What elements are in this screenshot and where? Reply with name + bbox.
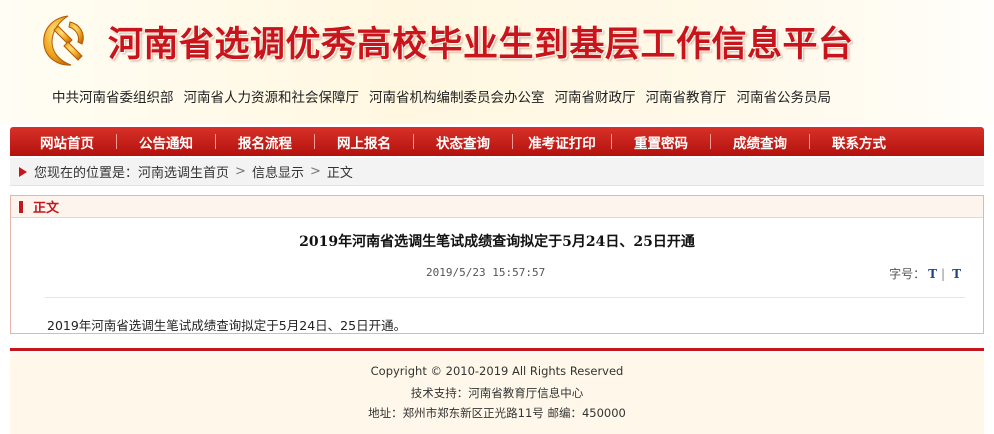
org-name: 河南省财政厅 [554,90,636,106]
main-nav: 网站首页 公告通知 报名流程 网上报名 状态查询 准考证打印 重置密码 成绩查询… [10,127,984,156]
article-body: 2019年河南省选调生笔试成绩查询拟定于5月24日、25日开通。 [47,318,407,333]
breadcrumb-link-home[interactable]: 河南选调生首页 [138,162,229,181]
font-large-button[interactable]: T [928,267,937,281]
nav-label: 公告通知 [139,135,193,152]
nav-divider [215,134,216,149]
org-name: 河南省人力资源和社会保障厅 [183,90,360,106]
triangle-marker-icon [19,166,27,177]
section-label: 正文 [33,201,60,216]
party-emblem-icon [43,15,84,66]
font-size-label: 字号： [889,267,926,281]
nav-label: 准考证打印 [528,135,596,152]
nav-item-online-registration[interactable]: 网上报名 [321,127,407,156]
footer-support: 技术支持：河南省教育厅信息中心 [410,386,584,400]
nav-item-announcements[interactable]: 公告通知 [123,127,209,156]
breadcrumb-current: 正文 [326,166,353,181]
nav-item-score-query[interactable]: 成绩查询 [717,127,803,156]
breadcrumb-link-info[interactable]: 信息显示 [252,162,304,181]
nav-label: 报名流程 [238,135,292,152]
nav-label: 网站首页 [40,135,94,152]
nav-item-reset-password[interactable]: 重置密码 [618,127,704,156]
font-small-button[interactable]: T [952,267,961,281]
nav-item-home[interactable]: 网站首页 [24,127,110,156]
org-name: 河南省公务员局 [736,90,832,106]
header-accent-bar [19,200,23,213]
footer-copyright: Copyright © 2010-2019 All Rights Reserve… [370,364,624,378]
nav-divider [611,134,612,149]
nav-label: 网上报名 [337,135,391,152]
org-name: 中共河南省委组织部 [52,90,174,106]
font-size-control: 字号： T | T [889,265,961,282]
org-name: 河南省机构编制委员会办公室 [369,90,545,106]
nav-item-registration-process[interactable]: 报名流程 [222,127,308,156]
nav-divider [116,134,117,149]
breadcrumb: 您现在的位置是： 河南选调生首页 > 信息显示 > 正文 [10,158,984,186]
nav-label: 重置密码 [634,135,688,152]
site-footer: Copyright © 2010-2019 All Rights Reserve… [10,353,984,434]
nav-divider [413,134,414,149]
nav-label: 联系方式 [832,135,886,152]
article-date: 2019/5/23 15:57:57 [426,266,546,279]
footer-address: 地址：郑州市郑东新区正光路11号 邮编：450000 [368,406,626,420]
nav-divider [809,134,810,149]
article-title: 2019年河南省选调生笔试成绩查询拟定于5月24日、25日开通 [299,234,695,250]
article-divider [45,297,965,298]
site-header: 河南省选调优秀高校毕业生到基层工作信息平台 中共河南省委组织部 河南省人力资源和… [0,0,994,124]
organization-list: 中共河南省委组织部 河南省人力资源和社会保障厅 河南省机构编制委员会办公室 河南… [52,86,831,106]
nav-label: 状态查询 [436,135,490,152]
nav-divider [512,134,513,149]
breadcrumb-prefix: 您现在的位置是： [34,166,139,181]
nav-item-contact[interactable]: 联系方式 [816,127,902,156]
nav-label: 成绩查询 [733,135,787,152]
footer-divider [10,348,984,351]
font-size-separator: | [941,267,946,281]
nav-divider [314,134,315,149]
panel-header: 正文 [11,196,983,218]
nav-divider [710,134,711,149]
nav-item-admission-ticket[interactable]: 准考证打印 [519,127,605,156]
article-panel: 正文 2019年河南省选调生笔试成绩查询拟定于5月24日、25日开通 2019/… [10,195,984,334]
org-name: 河南省教育厅 [645,90,727,106]
site-title: 河南省选调优秀高校毕业生到基层工作信息平台 [108,24,854,65]
breadcrumb-separator: > [309,164,321,179]
nav-item-status-query[interactable]: 状态查询 [420,127,506,156]
breadcrumb-separator: > [235,164,246,179]
